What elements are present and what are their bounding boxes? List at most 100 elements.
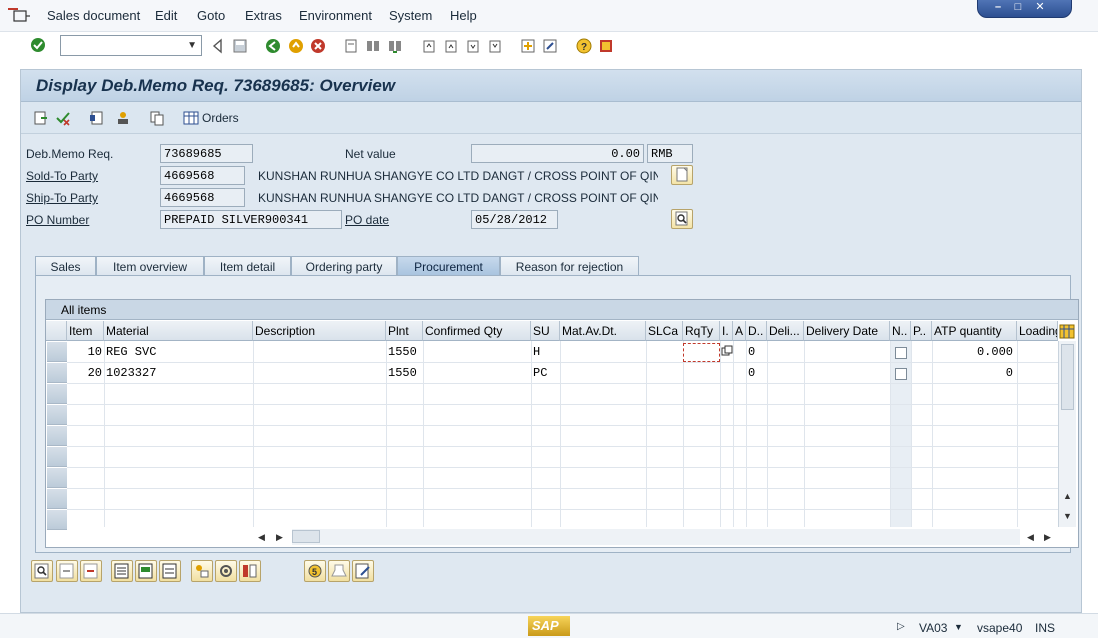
menu-edit[interactable]: Edit [155, 8, 177, 23]
row-selector[interactable] [47, 363, 67, 383]
col-confirmed-qty[interactable]: Confirmed Qty [423, 321, 531, 341]
input-mode[interactable]: INS [1035, 621, 1055, 635]
scroll-down-icon[interactable]: ▼ [1063, 511, 1072, 521]
check-icon[interactable] [55, 110, 71, 126]
hscroll-thumb[interactable] [292, 530, 320, 543]
scroll-left-icon[interactable]: ◀ [258, 532, 265, 543]
maximize-icon[interactable]: □ [1010, 1, 1026, 13]
document-flow-icon[interactable] [149, 110, 165, 126]
back-icon[interactable] [265, 38, 281, 54]
minimize-icon[interactable]: – [990, 1, 1006, 13]
column-settings-icon[interactable] [1059, 324, 1075, 339]
col-su[interactable]: SU [531, 321, 560, 341]
command-field[interactable]: ▼ [60, 35, 202, 56]
checkbox-n[interactable] [895, 347, 907, 359]
po-display-button[interactable] [671, 209, 693, 229]
orders-icon[interactable] [183, 110, 199, 126]
last-page-icon[interactable] [487, 38, 503, 54]
close-icon[interactable]: ✕ [1032, 1, 1048, 13]
row-selector[interactable] [47, 447, 67, 467]
tab-reason-for-rejection[interactable]: Reason for rejection [500, 256, 639, 275]
display-change-icon[interactable] [33, 110, 49, 126]
tab-ordering-party[interactable]: Ordering party [291, 256, 397, 275]
details-button[interactable] [671, 165, 693, 185]
scroll-up-icon[interactable]: ▲ [1063, 491, 1072, 501]
menu-help[interactable]: Help [450, 8, 477, 23]
scroll-left-icon[interactable]: ◀ [1027, 532, 1034, 543]
pricing-button[interactable]: 5 [304, 560, 326, 582]
batch-split-button[interactable] [239, 560, 261, 582]
create-session-icon[interactable] [520, 38, 536, 54]
row-selector[interactable] [47, 489, 67, 509]
col-i[interactable]: I. [720, 321, 733, 341]
col-atp-quantity[interactable]: ATP quantity [932, 321, 1017, 341]
find-next-icon[interactable] [387, 38, 403, 54]
scroll-thumb[interactable] [1061, 344, 1074, 410]
sold-to-label[interactable]: Sold-To Party [26, 169, 98, 183]
tab-item-detail[interactable]: Item detail [204, 256, 291, 275]
copy-icon[interactable] [721, 345, 733, 357]
find-icon[interactable] [365, 38, 381, 54]
tab-item-overview[interactable]: Item overview [96, 256, 204, 275]
configuration-button[interactable] [191, 560, 213, 582]
tab-procurement[interactable]: Procurement [397, 256, 500, 275]
col-description[interactable]: Description [253, 321, 386, 341]
row-selector[interactable] [47, 342, 67, 362]
col-d[interactable]: D.. [746, 321, 767, 341]
tab-sales[interactable]: Sales [35, 256, 96, 275]
next-page-icon[interactable] [465, 38, 481, 54]
col-p[interactable]: P.. [911, 321, 932, 341]
col-n[interactable]: N.. [890, 321, 911, 341]
shortcut-icon[interactable] [542, 38, 558, 54]
po-number-label[interactable]: PO Number [26, 213, 89, 227]
system-menu-icon[interactable] [6, 5, 32, 25]
menu-system[interactable]: System [389, 8, 432, 23]
chevron-down-icon[interactable]: ▼ [187, 40, 197, 51]
orders-label[interactable]: Orders [202, 111, 239, 125]
structure-button[interactable] [215, 560, 237, 582]
col-loading[interactable]: Loading... [1017, 321, 1058, 341]
col-a[interactable]: A [733, 321, 746, 341]
rqty-input-focused[interactable] [683, 343, 720, 362]
select-block-button[interactable] [135, 560, 157, 582]
item-details-button[interactable] [31, 560, 53, 582]
row-selector[interactable] [47, 405, 67, 425]
status-expand-icon[interactable]: ▷ [897, 621, 905, 632]
header-document-icon[interactable] [89, 110, 105, 126]
scroll-right-icon[interactable]: ▶ [1044, 532, 1051, 543]
customize-layout-icon[interactable] [598, 38, 614, 54]
previous-page-icon[interactable] [443, 38, 459, 54]
save-icon[interactable] [232, 38, 248, 54]
print-icon[interactable] [343, 38, 359, 54]
row-selector[interactable] [47, 426, 67, 446]
col-deli[interactable]: Deli... [767, 321, 804, 341]
menu-goto[interactable]: Goto [197, 8, 225, 23]
deselect-all-button[interactable] [159, 560, 181, 582]
po-date-label[interactable]: PO date [345, 213, 389, 227]
availability-button[interactable] [328, 560, 350, 582]
scroll-right-icon[interactable]: ▶ [276, 532, 283, 543]
menu-sales-document[interactable]: Sales document [47, 8, 140, 23]
edit-details-button[interactable] [352, 560, 374, 582]
back-arrow-icon[interactable] [210, 38, 226, 54]
help-icon[interactable]: ? [576, 38, 592, 54]
col-material[interactable]: Material [104, 321, 253, 341]
enter-check-icon[interactable] [30, 37, 46, 53]
partner-icon[interactable] [115, 110, 131, 126]
cancel-icon[interactable] [310, 38, 326, 54]
row-selector[interactable] [47, 468, 67, 488]
select-all-cell[interactable] [46, 321, 67, 341]
select-all-button[interactable] [111, 560, 133, 582]
col-plnt[interactable]: Plnt [386, 321, 423, 341]
checkbox-n[interactable] [895, 368, 907, 380]
col-rqty[interactable]: RqTy [683, 321, 720, 341]
horizontal-scrollbar[interactable] [292, 529, 1020, 545]
row-selector[interactable] [47, 384, 67, 404]
ship-to-label[interactable]: Ship-To Party [26, 191, 98, 205]
menu-extras[interactable]: Extras [245, 8, 282, 23]
col-mat-av-dt[interactable]: Mat.Av.Dt. [560, 321, 646, 341]
menu-environment[interactable]: Environment [299, 8, 372, 23]
exit-icon[interactable] [288, 38, 304, 54]
delete-row-button[interactable] [80, 560, 102, 582]
first-page-icon[interactable] [421, 38, 437, 54]
